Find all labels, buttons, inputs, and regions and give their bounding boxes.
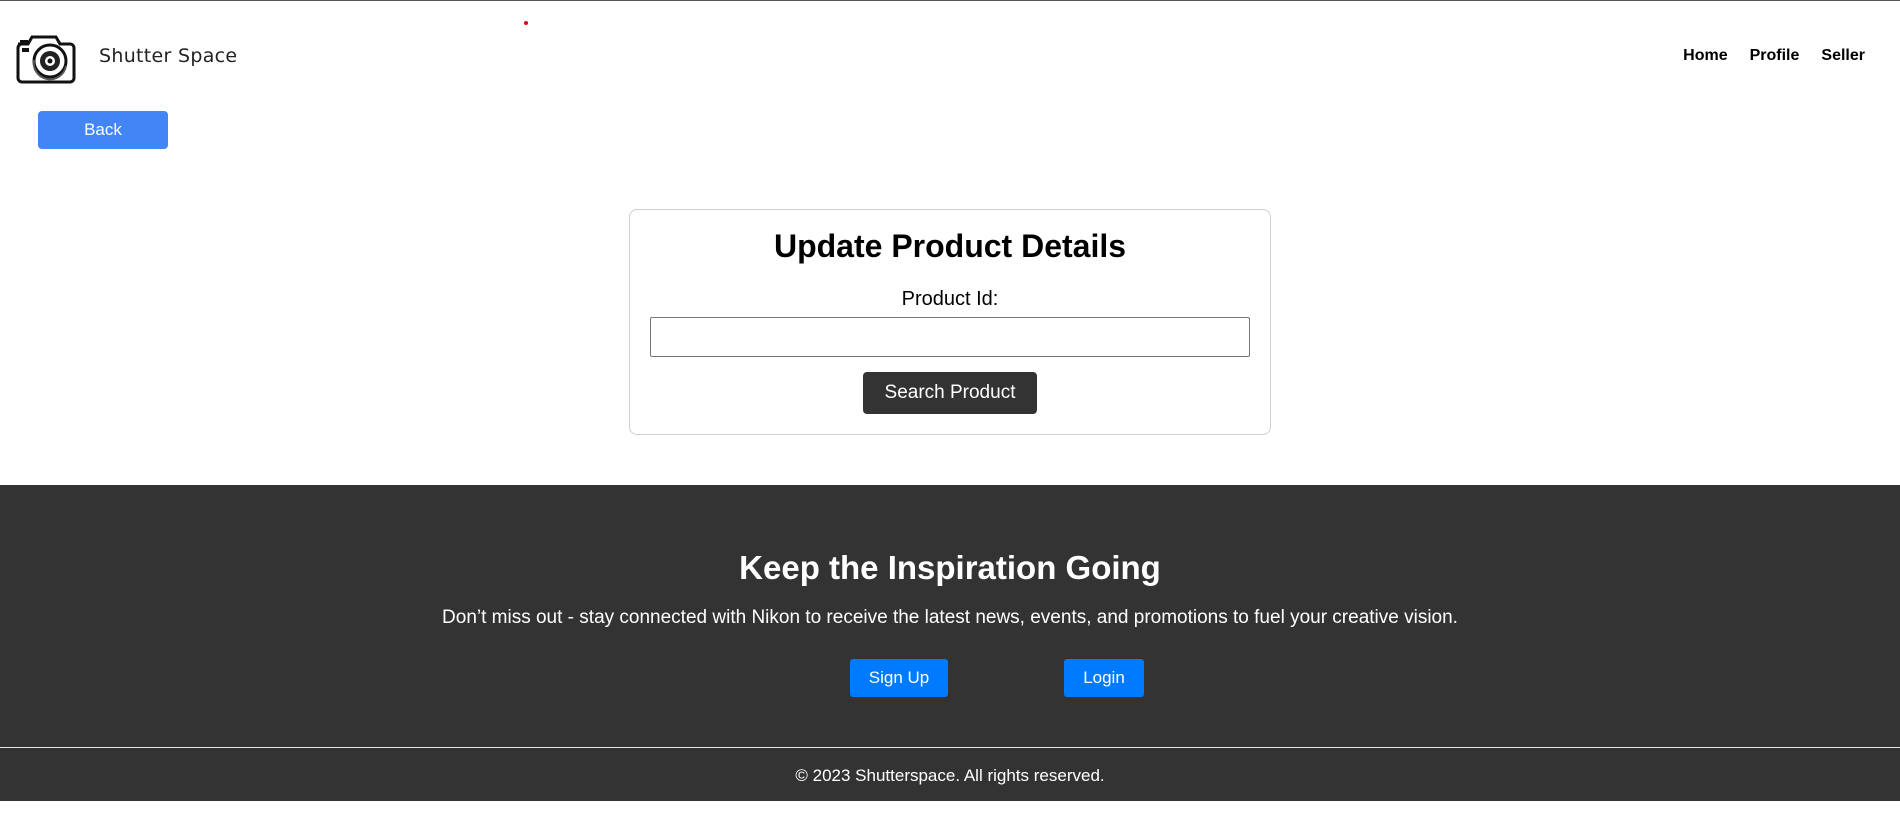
footer-cta: Keep the Inspiration Going Don’t miss ou…: [0, 485, 1900, 747]
product-id-input[interactable]: [650, 317, 1250, 357]
product-id-label: Product Id:: [901, 288, 999, 310]
copyright-text: © 2023 Shutterspace. All rights reserved…: [795, 766, 1105, 785]
update-product-card: Update Product Details Product Id: Searc…: [629, 209, 1271, 435]
cta-text: Don’t miss out - stay connected with Nik…: [442, 607, 1458, 628]
nav-seller[interactable]: Seller: [1821, 47, 1865, 65]
back-button[interactable]: Back: [38, 111, 168, 149]
main-nav: Home Profile Seller: [1683, 47, 1865, 65]
cta-title: Keep the Inspiration Going: [739, 549, 1161, 586]
nav-home[interactable]: Home: [1683, 47, 1727, 65]
footer-bottom: © 2023 Shutterspace. All rights reserved…: [0, 748, 1900, 801]
nav-profile[interactable]: Profile: [1750, 47, 1800, 65]
card-title: Update Product Details: [773, 228, 1127, 264]
brand-name: Shutter Space: [99, 45, 238, 67]
search-product-button[interactable]: Search Product: [863, 372, 1037, 414]
sign-up-button[interactable]: Sign Up: [850, 659, 948, 697]
red-dot-marker: [524, 21, 528, 25]
login-button[interactable]: Login: [1064, 659, 1144, 697]
camera-icon[interactable]: [14, 30, 78, 84]
site-header: Shutter Space Home Profile Seller: [0, 1, 1900, 111]
